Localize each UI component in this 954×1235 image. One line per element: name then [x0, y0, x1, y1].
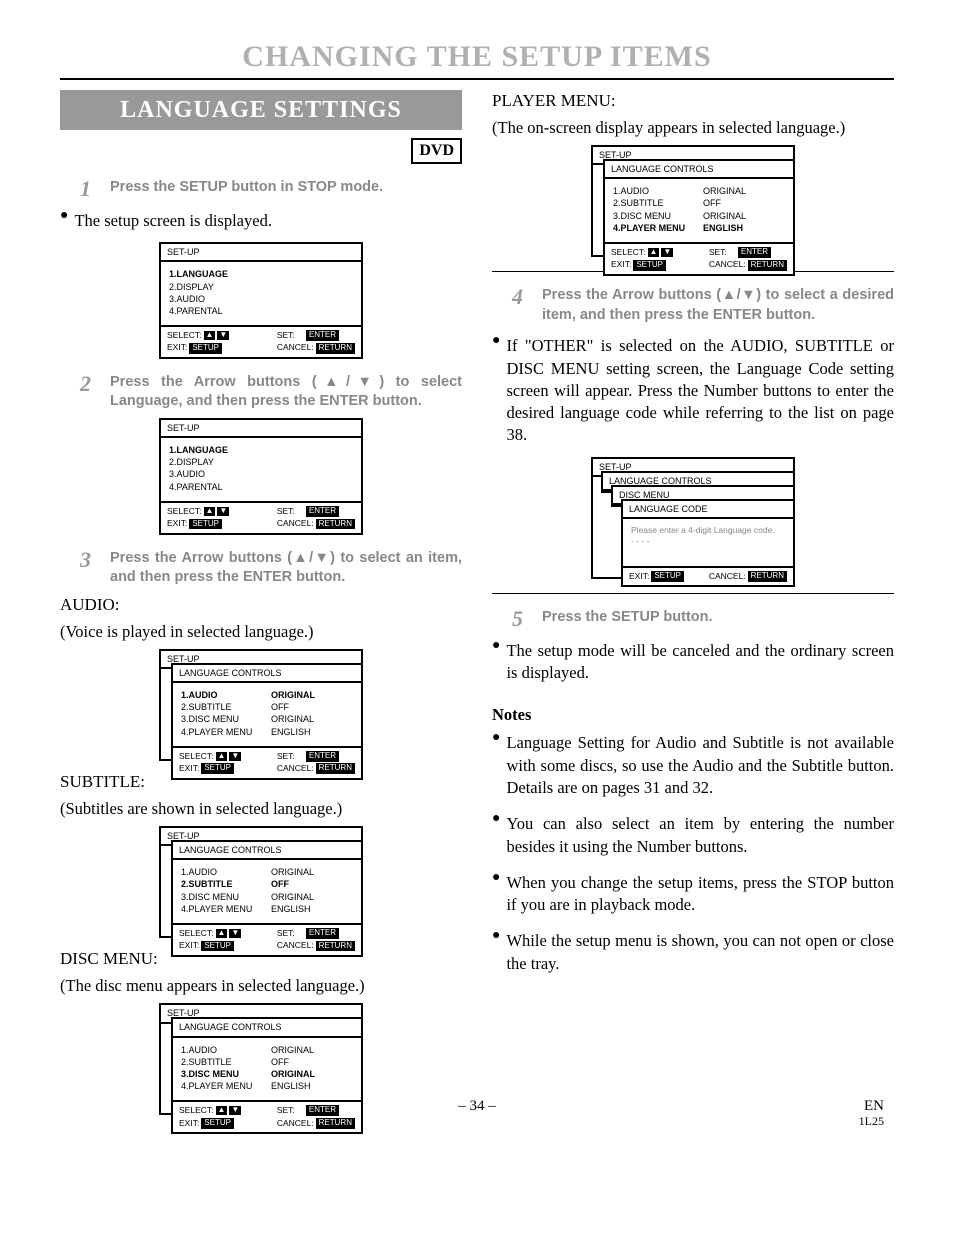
section-banner: LANGUAGE SETTINGS — [60, 90, 462, 130]
manual-page: CHANGING THE SETUP ITEMS LANGUAGE SETTIN… — [0, 0, 954, 1235]
player-menu-heading: PLAYER MENU: — [492, 90, 894, 113]
step-text: Press the Arrow buttons (▲/▼) to select … — [542, 286, 894, 325]
osd-subheader: LANGUAGE CONTROLS — [173, 1019, 361, 1037]
bullet-other-note: ● If "OTHER" is selected on the AUDIO, S… — [492, 331, 894, 452]
osd-subheader: LANGUAGE CONTROLS — [605, 161, 793, 179]
osd-item: 2.DISPLAY — [169, 456, 353, 468]
bullet-dot: ● — [492, 331, 500, 351]
bullet-text: If "OTHER" is selected on the AUDIO, SUB… — [506, 335, 894, 446]
disc-menu-sub: (The disc menu appears in selected langu… — [60, 975, 462, 997]
osd-footer: SELECT:▲▼ EXIT:SETUP SET: ENTER CANCEL:R… — [161, 325, 361, 357]
dvd-badge: DVD — [411, 138, 462, 164]
step-number: 3 — [80, 549, 98, 571]
step-text: Press the SETUP button. — [542, 608, 894, 628]
bullet-dot: ● — [492, 636, 500, 656]
step-2: 2 Press the Arrow buttons (▲/▼) to selec… — [80, 373, 462, 412]
lang-code: EN — [864, 1098, 884, 1115]
right-column: PLAYER MENU: (The on-screen display appe… — [492, 90, 894, 1125]
doc-code: 1L25 — [859, 1114, 884, 1129]
step-1: 1 Press the SETUP button in STOP mode. — [80, 178, 462, 200]
page-number: – 34 – — [0, 1098, 954, 1115]
dvd-row: DVD — [60, 130, 462, 164]
note-3: ●When you change the setup items, press … — [492, 868, 894, 923]
step-number: 1 — [80, 178, 98, 200]
osd-item: 4.PARENTAL — [169, 481, 353, 493]
step-text: Press the Arrow buttons (▲/▼) to select … — [110, 549, 462, 588]
title-rule — [60, 78, 894, 80]
notes-heading: Notes — [492, 704, 894, 726]
divider — [492, 593, 894, 594]
osd-subheader: LANGUAGE CONTROLS — [173, 665, 361, 683]
osd-item: 1.LANGUAGE — [169, 444, 353, 456]
osd-subheader: LANGUAGE CONTROLS — [173, 842, 361, 860]
bullet-setup-cancel: ● The setup mode will be canceled and th… — [492, 636, 894, 691]
osd-subtitle: SET-UP LANGUAGE CONTROLS 1.AUDIOORIGINAL… — [60, 826, 462, 938]
osd-item: 1.LANGUAGE — [169, 268, 353, 280]
player-menu-sub: (The on-screen display appears in select… — [492, 117, 894, 139]
osd-setup-menu-selected: SET-UP 1.LANGUAGE 2.DISPLAY 3.AUDIO 4.PA… — [60, 418, 462, 535]
step-3: 3 Press the Arrow buttons (▲/▼) to selec… — [80, 549, 462, 588]
step-number: 4 — [512, 286, 530, 308]
osd-language-code: SET-UP LANGUAGE CONTROLS DISC MENU LANGU… — [492, 457, 894, 579]
osd-item: 4.PARENTAL — [169, 305, 353, 317]
osd-player-menu: SET-UP LANGUAGE CONTROLS 1.AUDIOORIGINAL… — [492, 145, 894, 257]
code-dashes: - - - - — [631, 536, 785, 547]
note-2: ●You can also select an item by entering… — [492, 809, 894, 864]
osd-setup-menu: SET-UP 1.LANGUAGE 2.DISPLAY 3.AUDIO 4.PA… — [60, 242, 462, 359]
left-column: LANGUAGE SETTINGS DVD 1 Press the SETUP … — [60, 90, 462, 1125]
step-4: 4 Press the Arrow buttons (▲/▼) to selec… — [512, 286, 894, 325]
note-1: ●Language Setting for Audio and Subtitle… — [492, 728, 894, 805]
step-number: 5 — [512, 608, 530, 630]
code-prompt: Please enter a 4-digit Language code. — [631, 525, 785, 536]
step-5: 5 Press the SETUP button. — [512, 608, 894, 630]
osd-header: SET-UP — [161, 244, 361, 262]
osd-footer: SELECT:▲▼ EXIT:SETUP SET: ENTER CANCEL:R… — [161, 501, 361, 533]
page-footer: – 34 – EN 1L25 — [0, 1098, 954, 1115]
step-text: Press the SETUP button in STOP mode. — [110, 178, 462, 198]
bullet-text: The setup mode will be canceled and the … — [506, 640, 894, 685]
step-text: Press the Arrow buttons (▲/▼) to select … — [110, 373, 462, 412]
page-title: CHANGING THE SETUP ITEMS — [60, 40, 894, 74]
step-number: 2 — [80, 373, 98, 395]
bullet-setup-displayed: ● The setup screen is displayed. — [60, 206, 462, 238]
osd-subheader: LANGUAGE CODE — [623, 501, 793, 519]
note-4: ●While the setup menu is shown, you can … — [492, 926, 894, 981]
osd-audio: SET-UP LANGUAGE CONTROLS 1.AUDIOORIGINAL… — [60, 649, 462, 761]
osd-header: SET-UP — [161, 420, 361, 438]
osd-item: 3.AUDIO — [169, 293, 353, 305]
audio-heading: AUDIO: — [60, 594, 462, 617]
two-column-layout: LANGUAGE SETTINGS DVD 1 Press the SETUP … — [60, 90, 894, 1125]
osd-item: 2.DISPLAY — [169, 281, 353, 293]
bullet-text: The setup screen is displayed. — [74, 210, 462, 232]
subtitle-sub: (Subtitles are shown in selected languag… — [60, 798, 462, 820]
bullet-dot: ● — [60, 206, 68, 226]
audio-sub: (Voice is played in selected language.) — [60, 621, 462, 643]
osd-item: 3.AUDIO — [169, 468, 353, 480]
